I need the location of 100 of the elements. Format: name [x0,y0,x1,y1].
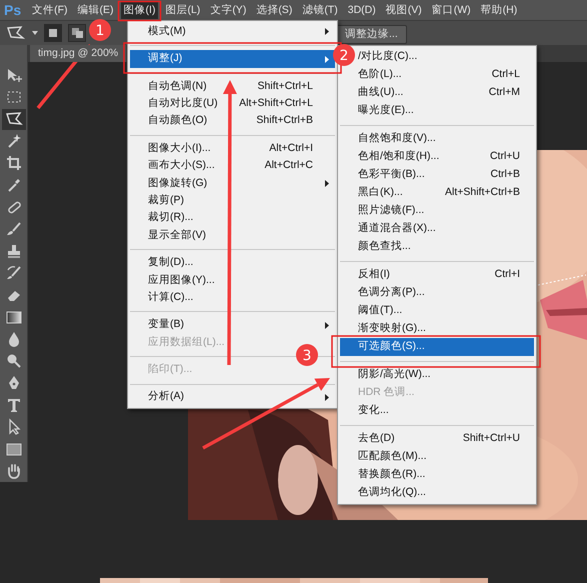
menu-item[interactable]: 分析(A) [130,388,335,406]
step-number-badge: 1 [89,19,111,41]
step-number-badge: 3 [296,344,318,366]
menu-bar-item[interactable]: 图层(L) [162,1,204,19]
menu-item-label: 复制(D)... [148,255,194,270]
shortcut-label: Shift+Ctrl+U [462,431,521,446]
menu-item[interactable]: 阴影/高光(W)... [358,366,431,384]
menu-bar-item[interactable]: 文件(F) [29,1,71,19]
overlapping-squares-icon [72,28,82,38]
menu-item-label: 分析(A) [148,389,184,404]
shortcut-label: Ctrl+B [490,167,521,182]
menu-bar-item[interactable]: 文字(Y) [207,1,250,19]
menu-item[interactable]: 色彩平衡(B)... Ctrl+B [340,166,534,184]
menu-bar-item[interactable]: 滤镜(T) [299,1,341,19]
shortcut-label: Ctrl+U [488,149,521,164]
menu-item[interactable]: 图像旋转(G) [130,174,335,192]
menu-item-label: 图像大小(I)... [148,140,211,156]
menu-item-label: 自动对比度(U) [148,96,218,111]
menu-item[interactable]: 变量(B) [130,316,335,334]
document-tab[interactable]: timg.jpg @ 200% [30,45,126,62]
caret-icon[interactable] [32,31,38,35]
lasso-icon[interactable] [6,25,26,41]
shortcut-label: Alt+Ctrl+C [264,158,314,174]
app-logo: Ps [3,0,22,20]
menu-item[interactable]: 色调分离(P)... [358,284,425,302]
menu-item[interactable]: 自动对比度(U) Alt+Shift+Ctrl+L [130,95,335,113]
menu-bar-item[interactable]: 窗口(W) [428,1,474,19]
menu-item[interactable]: 自动色调(N) Shift+Ctrl+L [130,78,335,96]
menu-bar-item[interactable]: 3D(D) [344,1,379,19]
menu-item-label: 自动颜色(O) [148,113,208,128]
menu-item[interactable]: 应用图像(Y)... [148,272,223,290]
menu-item-label: 变量(B) [148,317,184,332]
menu-bar-item[interactable]: 帮助(H) [478,1,520,19]
menu-item-label: 曲线(U)... [358,85,404,100]
menu-item[interactable]: 色相/饱和度(H)... Ctrl+U [340,148,534,166]
menu-item[interactable]: 照片滤镜(F)... [358,202,424,220]
shortcut-label: Alt+Shift+Ctrl+B [444,185,521,200]
shortcut-label: Ctrl+M [488,85,521,100]
shortcut-label: Alt+Shift+Ctrl+L [238,96,314,111]
menu-bar-item[interactable]: 选择(S) [253,1,296,19]
menu-item[interactable]: 计算(C)... [148,289,202,306]
menu-item[interactable]: 调整(J) [130,50,335,68]
menu-item[interactable]: 自然饱和度(V)... [358,130,436,148]
add-selection-button[interactable] [68,24,86,42]
menu-item-label: 色阶(L)... [358,67,402,82]
menu-item[interactable]: 裁剪(P) [148,192,192,210]
shortcut-label: Shift+Ctrl+L [256,78,314,94]
tool-button[interactable] [2,108,26,130]
shortcut-label: Ctrl+I [494,267,521,282]
menu-item[interactable]: 颜色查找... [358,238,411,256]
shortcut-label: Shift+Ctrl+B [255,113,314,128]
menu-item-label: 画布大小(S)... [148,158,215,174]
menu-item[interactable]: 变化... [358,402,389,420]
menu-item[interactable]: 通道混合器(X)... [358,220,436,238]
menu-item[interactable]: 色调均化(Q)... [358,484,426,502]
menu-item-label: 裁剪(P) [148,192,184,208]
menu-item[interactable]: 替换颜色(R)... [358,466,426,484]
shortcut-label: Ctrl+L [490,67,521,82]
menu-bar-item[interactable]: 视图(V) [382,1,425,19]
menu-item[interactable]: 复制(D)... [148,254,202,272]
menu-item[interactable]: 图像大小(I)... Alt+Ctrl+I [130,140,335,158]
menu-item-label: 色彩平衡(B)... [358,167,425,182]
menu-item[interactable]: 自动颜色(O) Shift+Ctrl+B [130,112,335,130]
crop-icon [4,154,22,172]
menu-item-label: 可选颜色(S)... [358,339,425,354]
menu-item[interactable]: 曲线(U)... Ctrl+M [340,84,534,102]
menu-item-label: 调整(J) [148,51,182,66]
menu-item[interactable]: 画布大小(S)... Alt+Ctrl+C [130,157,335,175]
new-selection-button[interactable] [44,24,62,42]
menu-item[interactable]: 裁切(R)... [148,210,202,227]
menu-item-label: 应用数据组(L)... [148,334,225,350]
menu-item-label: 黑白(K)... [358,185,403,200]
step-number-badge: 2 [333,44,355,66]
menu-item[interactable]: 可选颜色(S)... [340,338,534,356]
square-icon [48,28,58,38]
menu-item[interactable]: 曝光度(E)... [358,102,414,120]
menu-item-label: 图像旋转(G) [148,176,208,191]
menu-item[interactable]: 色阶(L)... Ctrl+L [340,66,534,84]
menu-item[interactable]: 反相(I) Ctrl+I [340,266,534,284]
menu-item[interactable]: /对比度(C)... [358,48,418,66]
menu-item-label: 模式(M) [148,24,186,39]
menu-item-label: 裁切(R)... [148,210,194,226]
highlight-frame [118,0,162,22]
menu-item-label: 陷印(T)... [148,362,192,378]
menu-item-label: 自动色调(N) [148,78,207,94]
menu-item-label: 去色(D) [358,431,395,446]
refine-edge-button[interactable]: 调整边缘... [336,25,407,44]
menu-item[interactable]: 阈值(T)... [358,302,402,320]
menu-item[interactable]: 黑白(K)... Alt+Shift+Ctrl+B [340,184,534,202]
menu-item[interactable]: 匹配颜色(M)... [358,448,426,466]
menu-bar-item[interactable]: 编辑(E) [74,1,117,19]
menu-item[interactable]: 模式(M) [130,23,335,40]
shortcut-label: Alt+Ctrl+I [268,140,314,156]
menu-item-label: 计算(C)... [148,290,194,305]
menu-item[interactable]: 显示全部(V) [148,226,214,244]
menu-item[interactable]: 去色(D) Shift+Ctrl+U [340,430,534,448]
menu-item-label: 显示全部(V) [148,228,206,243]
menu-item[interactable]: 渐变映射(G)... [358,320,426,338]
menu-item-label: 应用图像(Y)... [148,272,215,288]
menu-item-label: 色相/饱和度(H)... [358,149,440,164]
